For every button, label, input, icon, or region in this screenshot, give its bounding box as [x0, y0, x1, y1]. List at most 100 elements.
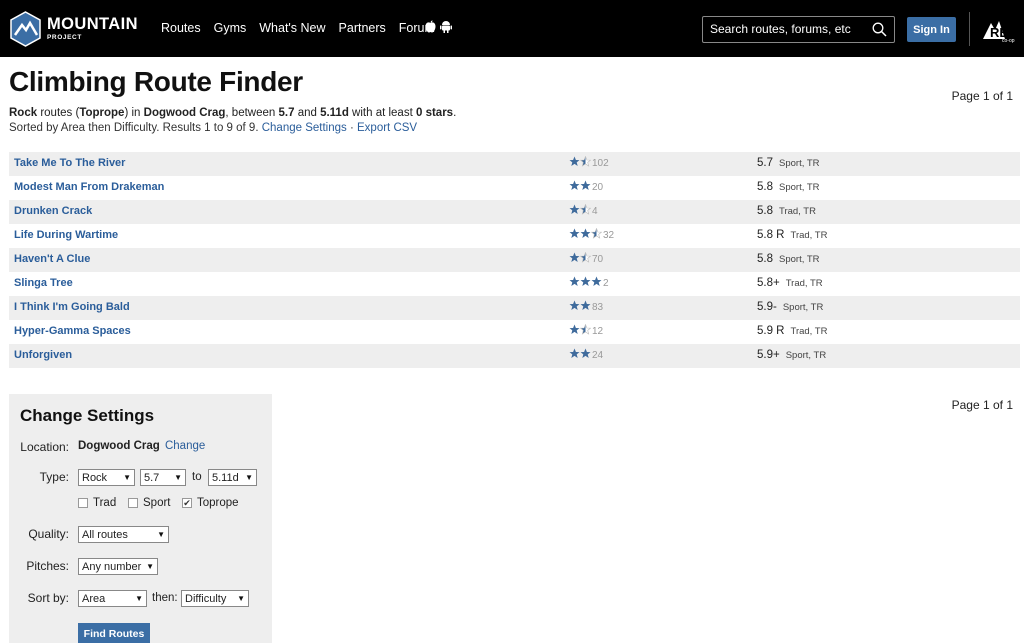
android-icon[interactable] [440, 20, 452, 33]
type-label: Type: [39, 470, 69, 484]
chevron-down-icon: ▼ [135, 594, 143, 603]
quality-select[interactable]: All routes ▼ [78, 526, 169, 543]
grade-from-value: 5.7 [144, 471, 160, 484]
vote-count: 12 [592, 325, 604, 337]
checkbox-box[interactable]: ✔ [182, 498, 192, 508]
route-type: Trad, TR [779, 206, 816, 217]
star-icon [569, 156, 580, 166]
route-grade: 5.8 R Trad, TR [757, 229, 827, 241]
export-csv-link[interactable]: Export CSV [357, 122, 417, 134]
trad-checkbox[interactable]: Trad [78, 497, 116, 509]
sign-in-button[interactable]: Sign In [907, 17, 956, 42]
sort-text: Sorted by Area then Difficulty. Results … [9, 122, 259, 134]
route-grade: 5.8+ Trad, TR [757, 277, 823, 289]
route-name-link[interactable]: Life During Wartime [14, 229, 118, 241]
grade-value: 5.9 R [757, 325, 785, 337]
star-icon [580, 300, 591, 310]
rei-coop-text: co-op [1002, 38, 1015, 43]
route-grade: 5.9+ Sport, TR [757, 349, 826, 361]
grade-value: 5.8+ [757, 277, 780, 289]
route-name-link[interactable]: Hyper-Gamma Spaces [14, 325, 131, 337]
table-row: Modest Man From Drakeman 20 5.8 Sport, TR [9, 176, 1020, 200]
route-type: Trad, TR [785, 278, 823, 289]
change-location-link[interactable]: Change [165, 440, 205, 452]
star-rating: 70 [569, 251, 603, 266]
sort-summary: Sorted by Area then Difficulty. Results … [9, 122, 417, 134]
pitches-label: Pitches: [26, 559, 69, 573]
header-divider [969, 12, 970, 46]
checkbox-label: Trad [93, 497, 117, 509]
star-icon [569, 324, 580, 334]
link-separator: · [349, 122, 354, 134]
vote-count: 24 [592, 349, 604, 361]
criteria-area: Dogwood Crag [143, 107, 226, 119]
search-input[interactable] [710, 22, 870, 36]
route-type: Sport, TR [779, 254, 820, 265]
route-name-link[interactable]: Unforgiven [14, 349, 72, 361]
route-name-link[interactable]: I Think I'm Going Bald [14, 301, 130, 313]
checkbox-box[interactable] [128, 498, 138, 508]
mountain-project-logo[interactable]: MOUNTAIN PROJECT [9, 11, 137, 47]
change-settings-link[interactable]: Change Settings [262, 122, 347, 134]
route-name-link[interactable]: Haven't A Clue [14, 253, 90, 265]
route-name-link[interactable]: Drunken Crack [14, 205, 92, 217]
criteria-grade-max: 5.11d [320, 107, 349, 119]
nav-partners[interactable]: Partners [339, 21, 386, 35]
star-icon [569, 228, 580, 238]
table-row: Take Me To The River 102 5.7 Sport, TR [9, 152, 1020, 176]
route-grade: 5.8 Sport, TR [757, 253, 819, 265]
sort-primary-select[interactable]: Area ▼ [78, 590, 147, 607]
chevron-down-icon: ▼ [245, 473, 253, 482]
apple-icon[interactable] [425, 20, 436, 33]
grade-to-value: 5.11d [212, 471, 239, 484]
star-icon [580, 348, 591, 358]
chevron-down-icon: ▼ [123, 473, 131, 482]
route-name-link[interactable]: Slinga Tree [14, 277, 73, 289]
chevron-down-icon: ▼ [237, 594, 245, 603]
vote-count: 102 [592, 157, 609, 169]
type-select-value: Rock [82, 471, 108, 484]
grade-value: 5.8 [757, 181, 773, 193]
sort-by-label: Sort by: [27, 591, 69, 605]
grade-value: 5.8 [757, 205, 773, 217]
type-select[interactable]: Rock ▼ [78, 469, 135, 486]
star-icon [591, 276, 602, 286]
nav-whats-new[interactable]: What's New [259, 21, 325, 35]
criteria-text: . [453, 107, 457, 119]
find-routes-button[interactable]: Find Routes [78, 623, 150, 643]
star-rating: 2 [569, 276, 609, 290]
criteria-text: routes ( [37, 107, 80, 119]
toprope-checkbox[interactable]: ✔ Toprope [182, 497, 239, 509]
rei-logo[interactable]: REI co-op [980, 17, 1020, 43]
grade-from-select[interactable]: 5.7 ▼ [140, 469, 186, 486]
then-label: then: [152, 592, 178, 604]
route-name-link[interactable]: Take Me To The River [14, 157, 125, 169]
nav-gyms[interactable]: Gyms [214, 21, 247, 35]
star-rating: 20 [569, 180, 603, 194]
app-store-links [425, 20, 452, 33]
star-icon [569, 348, 580, 358]
criteria-text: with at least [348, 107, 416, 119]
route-name-link[interactable]: Modest Man From Drakeman [14, 181, 164, 193]
page-title: Climbing Route Finder [9, 66, 303, 97]
nav-routes[interactable]: Routes [161, 21, 201, 35]
pitches-select-value: Any number [82, 560, 142, 573]
search-icon[interactable] [872, 22, 887, 37]
pitches-select[interactable]: Any number ▼ [78, 558, 158, 575]
star-icon [590, 227, 603, 239]
chevron-down-icon: ▼ [174, 473, 182, 482]
star-icon [579, 203, 592, 215]
sport-checkbox[interactable]: Sport [128, 497, 171, 509]
search-criteria: Rock routes (Toprope) in Dogwood Crag, b… [9, 107, 456, 119]
grade-to-select[interactable]: 5.11d ▼ [208, 469, 257, 486]
logo-subtext: PROJECT [47, 34, 82, 41]
checkbox-box[interactable] [78, 498, 88, 508]
sort-secondary-select[interactable]: Difficulty ▼ [181, 590, 249, 607]
star-icon [580, 228, 591, 238]
star-icon [580, 180, 591, 190]
top-nav-bar: MOUNTAIN PROJECT Routes Gyms What's New … [0, 0, 1024, 57]
grade-value: 5.7 [757, 157, 773, 169]
star-rating: 4 [569, 203, 598, 218]
logo-wordmark: MOUNTAIN [47, 15, 138, 33]
star-icon [579, 155, 592, 167]
